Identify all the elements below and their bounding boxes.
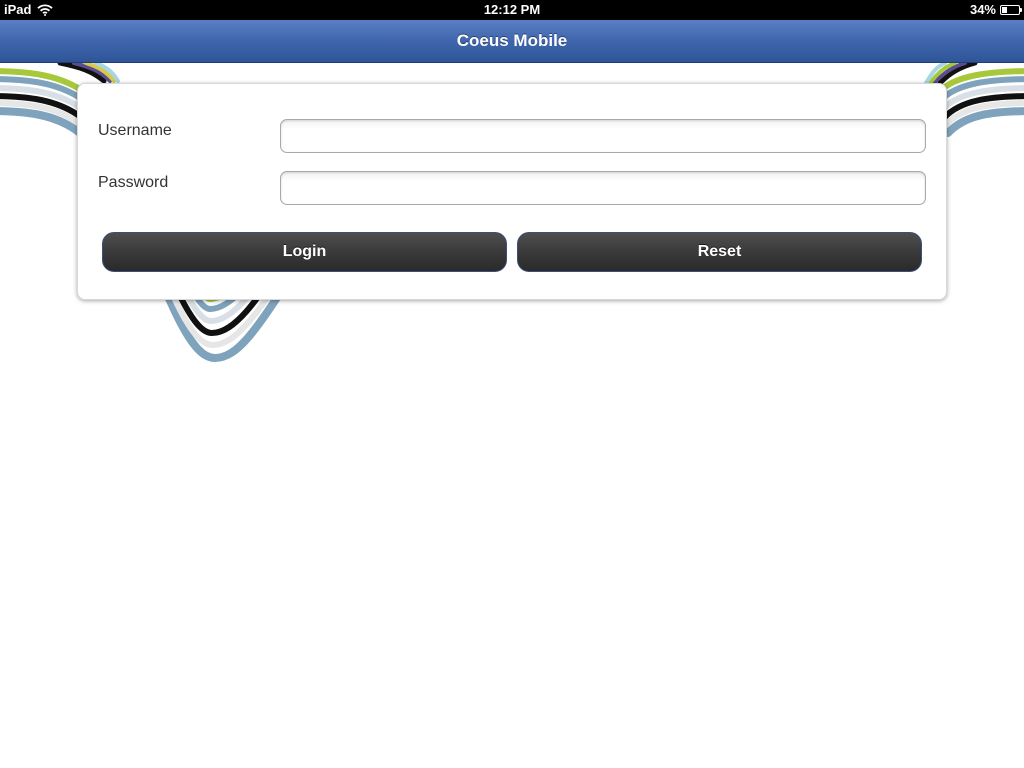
password-label: Password — [98, 174, 169, 191]
nav-bar: Coeus Mobile — [0, 20, 1024, 63]
password-input[interactable] — [280, 171, 926, 205]
username-label: Username — [98, 122, 172, 139]
battery-icon — [1000, 4, 1022, 15]
username-input[interactable] — [280, 119, 926, 153]
status-time: 12:12 PM — [483, 2, 541, 17]
status-right: 34% — [969, 2, 1022, 17]
reset-button[interactable]: Reset — [517, 232, 922, 272]
status-bar: iPad 12:12 PM 34% — [0, 0, 1024, 20]
login-card: Username Password Login Reset — [77, 83, 947, 300]
login-button[interactable]: Login — [102, 232, 507, 272]
nav-title: Coeus Mobile — [456, 31, 568, 50]
battery-fill — [1002, 6, 1008, 13]
battery-percent: 34% — [969, 2, 996, 17]
